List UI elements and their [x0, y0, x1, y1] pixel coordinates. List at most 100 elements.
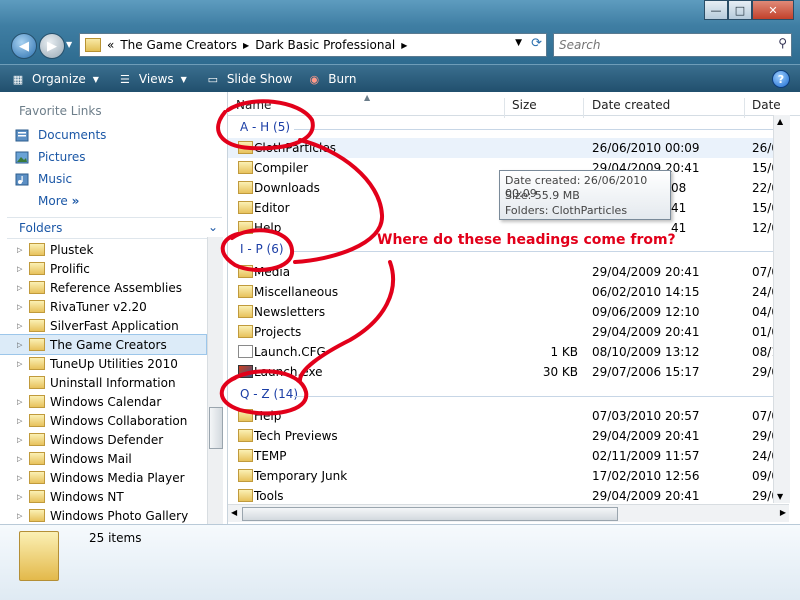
help-button[interactable]: ?: [772, 70, 790, 88]
tooltip-size: Size: 55.9 MB: [505, 189, 580, 202]
tree-item[interactable]: ▷ RivaTuner v2.20: [0, 297, 206, 316]
scroll-down-icon[interactable]: ▼: [777, 492, 783, 501]
expand-icon[interactable]: ▷: [17, 398, 27, 406]
expand-icon[interactable]: ▷: [17, 474, 27, 482]
organize-button[interactable]: ▦ Organize ▼: [10, 67, 99, 91]
breadcrumb-chevron-icon[interactable]: ▶: [401, 41, 407, 50]
favorite-link-music[interactable]: Music: [15, 172, 72, 186]
table-row[interactable]: Tech Previews 29/04/2009 20:41 29/0: [228, 426, 784, 446]
expand-icon[interactable]: ▷: [17, 246, 27, 254]
tree-item[interactable]: ▷ Windows Collaboration: [0, 411, 206, 430]
pictures-icon: [15, 151, 29, 163]
table-row[interactable]: ClothParticles 26/06/2010 00:09 26/0: [228, 138, 784, 158]
expand-icon[interactable]: ▷: [17, 360, 27, 368]
expand-icon[interactable]: ▷: [17, 322, 27, 330]
table-row[interactable]: TEMP 02/11/2009 11:57 24/0: [228, 446, 784, 466]
views-button[interactable]: ☰ Views ▼: [117, 67, 187, 91]
favorite-links-title: Favorite Links: [19, 104, 102, 118]
scroll-left-icon[interactable]: ◀: [231, 508, 237, 517]
breadcrumb-overflow[interactable]: «: [107, 38, 114, 52]
explorer-window: — □ ✕ ◀ ▶ ▼ « The Game Creators ▶ Dark B…: [0, 0, 800, 600]
recent-pages-dropdown-icon[interactable]: ▼: [66, 40, 72, 49]
expand-icon[interactable]: ▷: [17, 436, 27, 444]
maximize-button[interactable]: □: [728, 0, 752, 20]
forward-button[interactable]: ▶: [39, 33, 65, 59]
slideshow-button[interactable]: ▭ Slide Show: [205, 67, 293, 91]
breadcrumb-chevron-icon[interactable]: ▶: [243, 41, 249, 50]
tree-item[interactable]: ▷ SilverFast Application: [0, 316, 206, 335]
window-controls: — □ ✕: [704, 0, 794, 20]
folder-icon: [29, 376, 45, 389]
back-button[interactable]: ◀: [11, 33, 37, 59]
minimize-button[interactable]: —: [704, 0, 728, 20]
folder-icon: [238, 265, 253, 278]
organize-label: Organize: [32, 72, 86, 86]
tree-item-selected[interactable]: ▷ The Game Creators: [0, 334, 207, 355]
tree-item[interactable]: Uninstall Information: [0, 373, 206, 392]
folders-header[interactable]: Folders ⌄: [7, 217, 222, 239]
scrollbar-thumb[interactable]: [209, 407, 223, 449]
chevron-down-icon[interactable]: ⌄: [208, 220, 218, 234]
favorite-link-documents[interactable]: Documents: [15, 128, 106, 142]
breadcrumb-item[interactable]: Dark Basic Professional: [255, 38, 395, 52]
table-row[interactable]: Media 29/04/2009 20:41 07/0: [228, 262, 784, 282]
group-header[interactable]: A - H (5): [228, 117, 784, 139]
tree-item[interactable]: ▷ Windows Photo Gallery: [0, 506, 206, 525]
expand-icon[interactable]: ▷: [17, 265, 27, 273]
table-row[interactable]: Projects 29/04/2009 20:41 01/0: [228, 322, 784, 342]
scrollbar-thumb[interactable]: [242, 507, 618, 521]
table-row[interactable]: Temporary Junk 17/02/2010 12:56 09/0: [228, 466, 784, 486]
search-box[interactable]: ⚲: [553, 33, 792, 57]
table-row[interactable]: Help 07/03/2010 20:57 07/0: [228, 406, 784, 426]
folder-icon: [29, 300, 45, 313]
navigation-scrollbar[interactable]: [207, 237, 223, 524]
file-list-horizontal-scrollbar[interactable]: ◀ ▶: [228, 504, 789, 522]
tree-item[interactable]: ▷ Windows Mail: [0, 449, 206, 468]
column-header-name[interactable]: Name: [236, 98, 271, 112]
folder-icon: [29, 452, 45, 465]
tree-item[interactable]: ▷ Windows Defender: [0, 430, 206, 449]
search-icon[interactable]: ⚲: [778, 36, 787, 50]
column-divider[interactable]: [504, 98, 505, 118]
burn-button[interactable]: ◉ Burn: [306, 67, 356, 91]
tree-item[interactable]: ▷ TuneUp Utilities 2010: [0, 354, 206, 373]
expand-icon[interactable]: ▷: [17, 341, 27, 349]
tree-item[interactable]: ▷ Prolific: [0, 259, 206, 278]
column-header-date[interactable]: Date: [752, 98, 781, 112]
tree-item[interactable]: ▷ Windows NT: [0, 487, 206, 506]
group-header[interactable]: Q - Z (14): [228, 384, 784, 406]
tree-item[interactable]: ▷ Reference Assemblies: [0, 278, 206, 297]
table-row[interactable]: Launch.CFG 1 KB 08/10/2009 13:12 08/1: [228, 342, 784, 362]
tree-item[interactable]: ▷ Windows Media Player: [0, 468, 206, 487]
table-row[interactable]: Newsletters 09/06/2009 12:10 04/0: [228, 302, 784, 322]
favorite-link-pictures[interactable]: Pictures: [15, 150, 86, 164]
scroll-up-icon[interactable]: ▲: [777, 117, 783, 126]
table-row[interactable]: Miscellaneous 06/02/2010 14:15 24/0: [228, 282, 784, 302]
column-divider[interactable]: [744, 98, 745, 118]
expand-icon[interactable]: ▷: [17, 455, 27, 463]
search-input[interactable]: [557, 34, 761, 56]
column-divider[interactable]: [583, 98, 584, 118]
expand-icon[interactable]: ▷: [17, 303, 27, 311]
expand-icon[interactable]: ▷: [17, 493, 27, 501]
refresh-icon[interactable]: ⟳: [531, 36, 542, 51]
scroll-right-icon[interactable]: ▶: [780, 508, 786, 517]
tree-item[interactable]: ▷ Windows Calendar: [0, 392, 206, 411]
address-dropdown-icon[interactable]: ▼: [515, 38, 522, 48]
tree-item[interactable]: ▷ Plustek: [0, 240, 206, 259]
breadcrumb-item[interactable]: The Game Creators: [120, 38, 237, 52]
folder-icon: [29, 338, 45, 351]
folder-icon: [85, 38, 101, 52]
expand-icon[interactable]: ▷: [17, 284, 27, 292]
expand-icon[interactable]: ▷: [17, 417, 27, 425]
address-bar[interactable]: « The Game Creators ▶ Dark Basic Profess…: [79, 33, 547, 57]
expand-icon[interactable]: ▷: [17, 512, 27, 520]
table-row[interactable]: Tools 29/04/2009 20:41 29/0: [228, 486, 784, 506]
column-header-date-created[interactable]: Date created: [592, 98, 670, 112]
table-row[interactable]: Launch.exe 30 KB 29/07/2006 15:17 29/0: [228, 362, 784, 382]
folders-title: Folders: [19, 221, 63, 235]
column-header-size[interactable]: Size: [512, 98, 537, 112]
close-button[interactable]: ✕: [752, 0, 794, 20]
more-links-button[interactable]: More »: [38, 194, 79, 208]
file-list-vertical-scrollbar[interactable]: ▲ ▼: [773, 115, 790, 503]
